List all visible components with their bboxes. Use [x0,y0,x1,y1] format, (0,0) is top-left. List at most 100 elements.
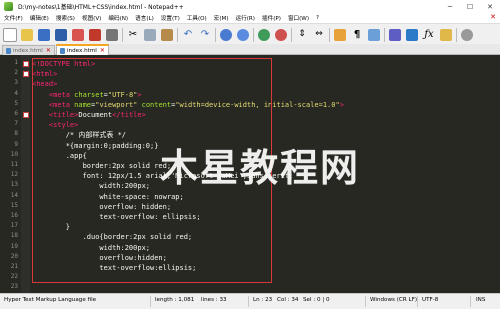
line-number: 12 [10,171,18,179]
menu-plugins[interactable]: 插件(P) [262,14,281,22]
tab-close-icon[interactable]: ✕ [46,47,51,54]
status-encoding: UTF-8 [422,297,439,303]
menu-language[interactable]: 语言(L) [135,14,154,22]
line-number: 18 [10,232,18,240]
close-button[interactable]: ✕ [480,0,500,13]
find-icon[interactable] [219,28,233,42]
line-number: 21 [10,263,18,270]
close-document-icon[interactable]: ✕ [490,13,496,21]
user-language-icon[interactable] [388,28,402,42]
line-number: 20 [10,252,18,260]
sync-horizontal-icon[interactable]: ⇔ [312,28,326,42]
status-divider [365,296,366,307]
status-divider [470,296,471,307]
notepadpp-window: D:\my-notes\1基础\HTML+CSS\index.html - No… [0,0,500,309]
menu-edit[interactable]: 编辑(E) [30,14,49,22]
menu-run[interactable]: 运行(R) [236,14,255,22]
status-language: Hyper Text Markup Language file [4,297,97,303]
line-number: 10 [10,150,18,158]
line-number: 5 [14,99,18,107]
code-token: > [339,100,344,109]
line-number: 8 [14,130,18,138]
code-editor[interactable]: 1 2 3 4 5 6 7 8 9 10 11 12 13 14 15 16 17 18 19 20 21 22 23 <!… [0,55,500,293]
menu-encoding[interactable]: 编码(N) [108,14,128,22]
file-icon [60,47,65,54]
menu-macro[interactable]: 宏(M) [214,14,229,22]
watermark: 木星教程网 [160,146,361,190]
indent-guide-icon[interactable] [367,28,381,42]
file-icon [6,47,11,54]
tab-index-html-2[interactable]: index.html ✕ [56,44,109,55]
menu-tools[interactable]: 工具(O) [187,14,207,22]
menu-settings[interactable]: 设置(T) [161,14,180,22]
copy-icon[interactable] [143,28,157,42]
status-selection: Sel : 0 | 0 [303,297,330,303]
line-number: 19 [10,242,18,250]
maximize-button[interactable]: ☐ [460,0,480,13]
tab-bar: index.html ✕ index.html ✕ [0,44,500,55]
line-number: 23 [10,283,18,291]
minimize-button[interactable]: ─ [440,0,460,13]
function-list-icon[interactable]: ƒx [422,28,436,42]
toolbar-separator [215,27,216,42]
zoom-out-icon[interactable] [274,28,288,42]
fold-toggle-icon[interactable] [23,71,29,78]
menu-help[interactable]: ? [316,15,319,21]
paste-icon[interactable] [160,28,174,42]
line-number: 1 [14,59,18,66]
line-number: 9 [14,140,18,148]
status-insert-mode: INS [476,297,486,303]
toolbar-separator [384,27,385,42]
monitoring-icon[interactable] [460,28,474,42]
open-file-icon[interactable] [20,28,34,42]
tab-label: index.html [13,47,43,54]
undo-icon[interactable]: ↶ [181,28,195,42]
redo-icon[interactable]: ↷ [198,28,212,42]
notepadpp-app-icon [4,2,13,11]
menu-search[interactable]: 搜索(S) [56,14,75,22]
menu-view[interactable]: 视图(V) [82,14,101,22]
menu-window[interactable]: 窗口(W) [288,14,309,22]
folder-as-workspace-icon[interactable] [439,28,453,42]
save-icon[interactable] [37,28,51,42]
status-line-position: Ln : 23 [253,297,273,303]
line-number: 11 [10,161,18,168]
print-icon[interactable] [105,28,119,42]
fold-margin[interactable] [21,55,30,293]
tab-index-html-1[interactable]: index.html ✕ [2,45,55,55]
menu-file[interactable]: 文件(F) [4,14,23,22]
fold-toggle-icon[interactable] [23,61,29,67]
fold-toggle-icon[interactable] [23,112,29,118]
toolbar-separator [291,27,292,42]
toolbar-separator [456,27,457,42]
new-file-icon[interactable] [3,27,17,42]
cut-icon[interactable]: ✂ [126,28,140,42]
show-all-chars-icon[interactable]: ¶ [350,28,364,42]
status-divider [248,296,249,307]
menu-bar: 文件(F) 编辑(E) 搜索(S) 视图(V) 编码(N) 语言(L) 设置(T… [0,13,500,23]
status-bar: Hyper Text Markup Language file length :… [0,293,500,309]
save-all-icon[interactable] [54,28,68,42]
status-length: length : 1,081 [155,297,195,303]
close-icon[interactable] [71,28,85,42]
zoom-in-icon[interactable] [257,28,271,42]
doc-map-icon[interactable] [405,28,419,42]
line-number: 2 [14,69,18,77]
line-number: 15 [10,201,18,209]
toolbar-separator [253,27,254,42]
status-column: Col : 34 [277,297,299,303]
tab-close-icon[interactable]: ✕ [100,47,105,54]
close-all-icon[interactable] [88,28,102,42]
replace-icon[interactable] [236,28,250,42]
status-divider [150,296,151,307]
title-bar: D:\my-notes\1基础\HTML+CSS\index.html - No… [0,0,500,13]
status-eol: Windows (CR LF) [370,297,418,303]
sync-vertical-icon[interactable]: ⇕ [295,28,309,42]
line-number: 22 [10,273,18,281]
line-number: 6 [14,110,18,117]
line-number: 3 [14,79,18,87]
line-number: 13 [10,181,18,189]
toolbar-separator [122,27,123,42]
line-number: 17 [10,222,18,230]
word-wrap-icon[interactable] [333,28,347,42]
